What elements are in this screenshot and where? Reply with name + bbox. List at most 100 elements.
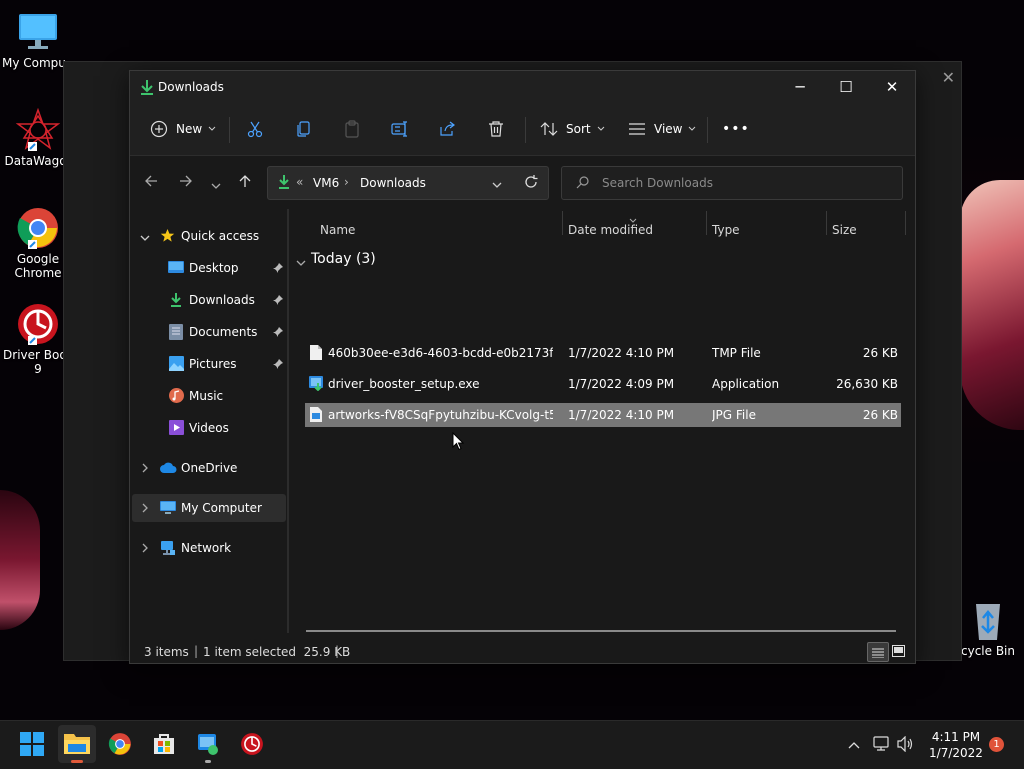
column-header-name[interactable]: Name	[320, 223, 355, 237]
chevron-right-icon[interactable]	[142, 542, 149, 556]
toolbar-divider	[707, 117, 708, 143]
share-icon	[439, 120, 457, 138]
recent-locations-chevron-icon[interactable]	[211, 178, 221, 194]
new-button[interactable]: New	[150, 117, 216, 141]
title-bar: Downloads ─ ☐ ✕	[130, 71, 915, 103]
clipboard-icon	[343, 120, 361, 138]
sidebar-item-label: My Computer	[181, 501, 262, 515]
more-options-button[interactable]: •••	[722, 117, 750, 141]
forward-arrow-icon[interactable]	[179, 174, 193, 192]
sidebar-item-documents[interactable]: Documents	[130, 318, 286, 346]
column-header-type[interactable]: Type	[712, 223, 740, 237]
copy-button[interactable]	[295, 117, 313, 141]
table-row[interactable]: 460b30ee-e3d6-4603-bcdd-e0b2173fadf6... …	[305, 341, 901, 365]
up-arrow-icon[interactable]	[238, 174, 252, 192]
pin-icon	[273, 262, 283, 276]
address-bar[interactable]: « VM6 › Downloads	[267, 166, 549, 200]
taskbar-microsoft-store[interactable]	[148, 729, 180, 761]
column-divider[interactable]	[905, 211, 906, 235]
sidebar-item-quick-access[interactable]: Quick access	[130, 222, 286, 250]
file-name: driver_booster_setup.exe	[328, 377, 480, 391]
sidebar-item-network[interactable]: Network	[130, 534, 286, 562]
sort-label: Sort	[566, 122, 591, 136]
minimize-button[interactable]: ─	[777, 71, 823, 103]
column-divider[interactable]	[706, 211, 707, 235]
mouse-cursor-icon	[452, 431, 465, 454]
file-type: Application	[712, 377, 780, 391]
driver-booster-icon	[240, 732, 264, 759]
chevron-down-icon	[208, 126, 216, 132]
search-icon	[576, 176, 589, 192]
back-arrow-icon[interactable]	[144, 174, 158, 192]
new-label: New	[176, 122, 203, 136]
desktop-icon-recycle-bin[interactable]: cycle Bin	[952, 598, 1024, 658]
close-button[interactable]: ✕	[869, 71, 915, 103]
start-button[interactable]	[16, 729, 48, 761]
chevron-up-icon	[848, 738, 860, 752]
maximize-button[interactable]: ☐	[823, 71, 869, 103]
sort-button[interactable]: Sort	[540, 117, 605, 141]
details-view-button[interactable]	[867, 642, 889, 662]
sidebar-item-videos[interactable]: Videos	[130, 414, 286, 442]
column-header-size[interactable]: Size	[832, 223, 857, 237]
item-count: 3 items	[144, 645, 189, 659]
close-icon[interactable]: ✕	[942, 68, 955, 87]
sidebar-item-my-computer[interactable]: My Computer	[132, 494, 286, 522]
taskbar-driver-booster[interactable]	[236, 729, 268, 761]
chevron-down-icon[interactable]	[140, 231, 150, 245]
file-list: Name Date modified Type Size Today (3) 4…	[290, 207, 914, 633]
address-row: « VM6 › Downloads Search Downloads	[130, 156, 915, 208]
chevron-right-icon[interactable]	[142, 462, 149, 476]
copy-icon	[295, 120, 313, 138]
breadcrumb-overflow[interactable]: «	[296, 175, 303, 189]
file-name: artworks-fV8CSqFpytuhzibu-KCvolg-t500...	[328, 408, 553, 422]
large-icons-view-icon[interactable]	[892, 645, 905, 660]
sidebar-item-music[interactable]: Music	[130, 382, 286, 410]
column-divider[interactable]	[562, 211, 563, 235]
view-button[interactable]: View	[628, 117, 696, 141]
horizontal-scrollbar[interactable]	[306, 630, 896, 632]
table-row-selected[interactable]: artworks-fV8CSqFpytuhzibu-KCvolg-t500...…	[305, 403, 901, 427]
clock[interactable]: 4:11 PM 1/7/2022	[928, 729, 984, 761]
chevron-down-icon[interactable]	[492, 178, 502, 192]
sidebar-item-onedrive[interactable]: OneDrive	[130, 454, 286, 482]
command-bar: New Sort View •••	[130, 103, 915, 156]
desktop-icon-label: cycle Bin	[961, 644, 1015, 658]
wallpaper-glow	[960, 180, 1024, 430]
recycle-bin-icon	[966, 598, 1010, 642]
taskbar-file-explorer[interactable]	[58, 725, 96, 763]
share-button[interactable]	[439, 117, 457, 141]
rename-icon	[391, 120, 409, 138]
delete-button[interactable]	[487, 117, 505, 141]
file-date: 1/7/2022 4:10 PM	[568, 408, 675, 422]
navigation-pane-scrollbar[interactable]	[287, 209, 289, 633]
taskbar-chrome[interactable]	[104, 729, 136, 761]
music-icon	[169, 388, 184, 406]
sidebar-item-downloads[interactable]: Downloads	[130, 286, 286, 314]
paste-button[interactable]	[343, 117, 361, 141]
breadcrumb-downloads[interactable]: Downloads	[360, 176, 426, 190]
rename-button[interactable]	[391, 117, 409, 141]
sidebar-item-desktop[interactable]: Desktop	[130, 254, 286, 282]
file-explorer-window: Downloads ─ ☐ ✕ New Sort View ••• « VM6 …	[129, 70, 916, 664]
chevron-right-icon[interactable]	[142, 502, 149, 516]
monitor-icon	[160, 501, 176, 518]
column-header-date[interactable]: Date modified	[568, 223, 653, 237]
search-box[interactable]: Search Downloads	[561, 166, 903, 200]
refresh-icon[interactable]	[524, 175, 538, 192]
document-icon	[169, 324, 183, 343]
taskbar-installer-app[interactable]	[192, 729, 224, 763]
active-indicator	[71, 760, 83, 763]
monitor-icon	[16, 10, 60, 54]
sidebar-item-label: Music	[189, 389, 224, 403]
column-divider[interactable]	[826, 211, 827, 235]
installer-icon	[196, 732, 220, 759]
cut-button[interactable]	[246, 117, 264, 141]
sidebar-item-pictures[interactable]: Pictures	[130, 350, 286, 378]
breadcrumb-vm6[interactable]: VM6	[313, 176, 339, 190]
volume-button[interactable]	[890, 729, 922, 761]
notification-badge[interactable]: 1	[989, 737, 1004, 752]
chrome-icon	[108, 732, 132, 759]
sidebar-item-label: Network	[181, 541, 232, 555]
table-row[interactable]: driver_booster_setup.exe 1/7/2022 4:09 P…	[305, 372, 901, 396]
